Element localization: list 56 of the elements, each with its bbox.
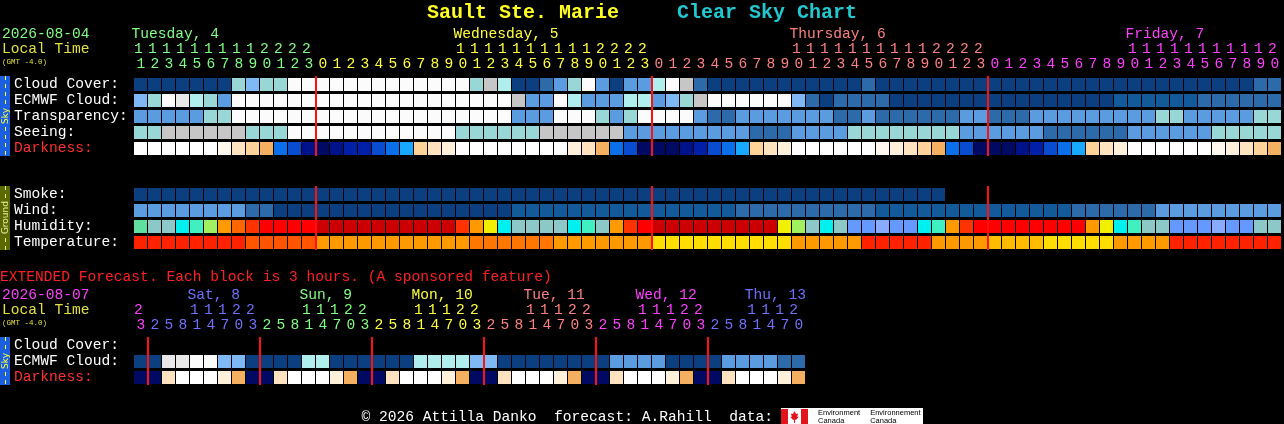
row-label: ECMWF Cloud: [13,92,121,108]
flag-icon [781,408,809,424]
forecast-date: 2026-08-04 [2,27,91,42]
hour-tens-digits: 11122 [189,303,260,318]
day-label: Tue, 11 [523,288,585,303]
row-label: Cloud Cover: [13,76,121,92]
row-label: Temperature: [13,234,121,250]
hour-tens-digits: 11111111112222 [791,42,988,57]
day-label: Friday, 7 [1125,27,1205,42]
time-label: Local Time [2,42,91,57]
hour-ones-digits: 012345678901234567890 [989,57,1284,72]
row-label: Cloud Cover: [13,337,121,353]
hour-ones-digits: 25814703 [485,318,599,333]
hour-ones-digits: 25814703 [261,318,375,333]
hour-ones-digits: 25814703 [373,318,487,333]
extended-forecast-note: EXTENDED Forecast. Each block is 3 hours. (A sponsored feature) [0,269,553,285]
credits-text: © 2026 Attilla Danko forecast: A.Rahill data: [361,408,774,424]
hour-ones-digits: 2581470 [709,318,809,333]
row-label: ECMWF Cloud: [13,353,121,369]
hour-tens-digits: 11111111112 [1127,42,1282,57]
hour-ones-digits: 25814703 [597,318,711,333]
hour-tens-digits: 11122 [637,303,708,318]
row-label: Smoke: [13,186,68,202]
day-label: Sat, 8 [187,288,240,303]
hour-tens-digits: 11122 [525,303,596,318]
hour-ones-digits: 012345678901234567890123 [317,57,655,72]
time-label: Local Time [2,303,91,318]
section-label: Ground [0,201,10,235]
row-label: Seeing: [13,124,77,140]
hour-tens-digits: 11111111112222 [455,42,652,57]
hour-ones-digits: 25814703 [149,318,263,333]
row-label: Transparency: [13,108,129,124]
hour-ones-digits: 3 [135,318,151,333]
day-label: Wednesday, 5 [453,27,559,42]
row-label: Darkness: [13,369,94,385]
chart-title: Clear Sky Chart [677,0,858,24]
hour-tens-digits: 11122 [301,303,372,318]
row-label: Humidity: [13,218,94,234]
section-label: Sky [0,108,10,124]
forecast-date: 2026-08-07 [2,288,91,303]
hour-tens-digits: 1111111112222 [133,42,316,57]
hour-tens-digits: 2 [133,303,148,318]
row-label: Darkness: [13,140,94,156]
hour-ones-digits: 012345678901234567890123 [653,57,991,72]
day-label: Tuesday, 4 [131,27,219,42]
location-title: Sault Ste. Marie [426,0,619,24]
day-label: Wed, 12 [635,288,697,303]
hour-tens-digits: 1112 [746,303,804,318]
row-label: Wind: [13,202,59,218]
hour-tens-digits: 11122 [413,303,484,318]
day-label: Mon, 10 [411,288,473,303]
day-label: Thu, 13 [744,288,806,303]
hour-ones-digits: 1234567890123 [135,57,319,72]
section-label: Sky [0,353,10,369]
day-label: Sun, 9 [299,288,352,303]
day-label: Thursday, 6 [789,27,886,42]
